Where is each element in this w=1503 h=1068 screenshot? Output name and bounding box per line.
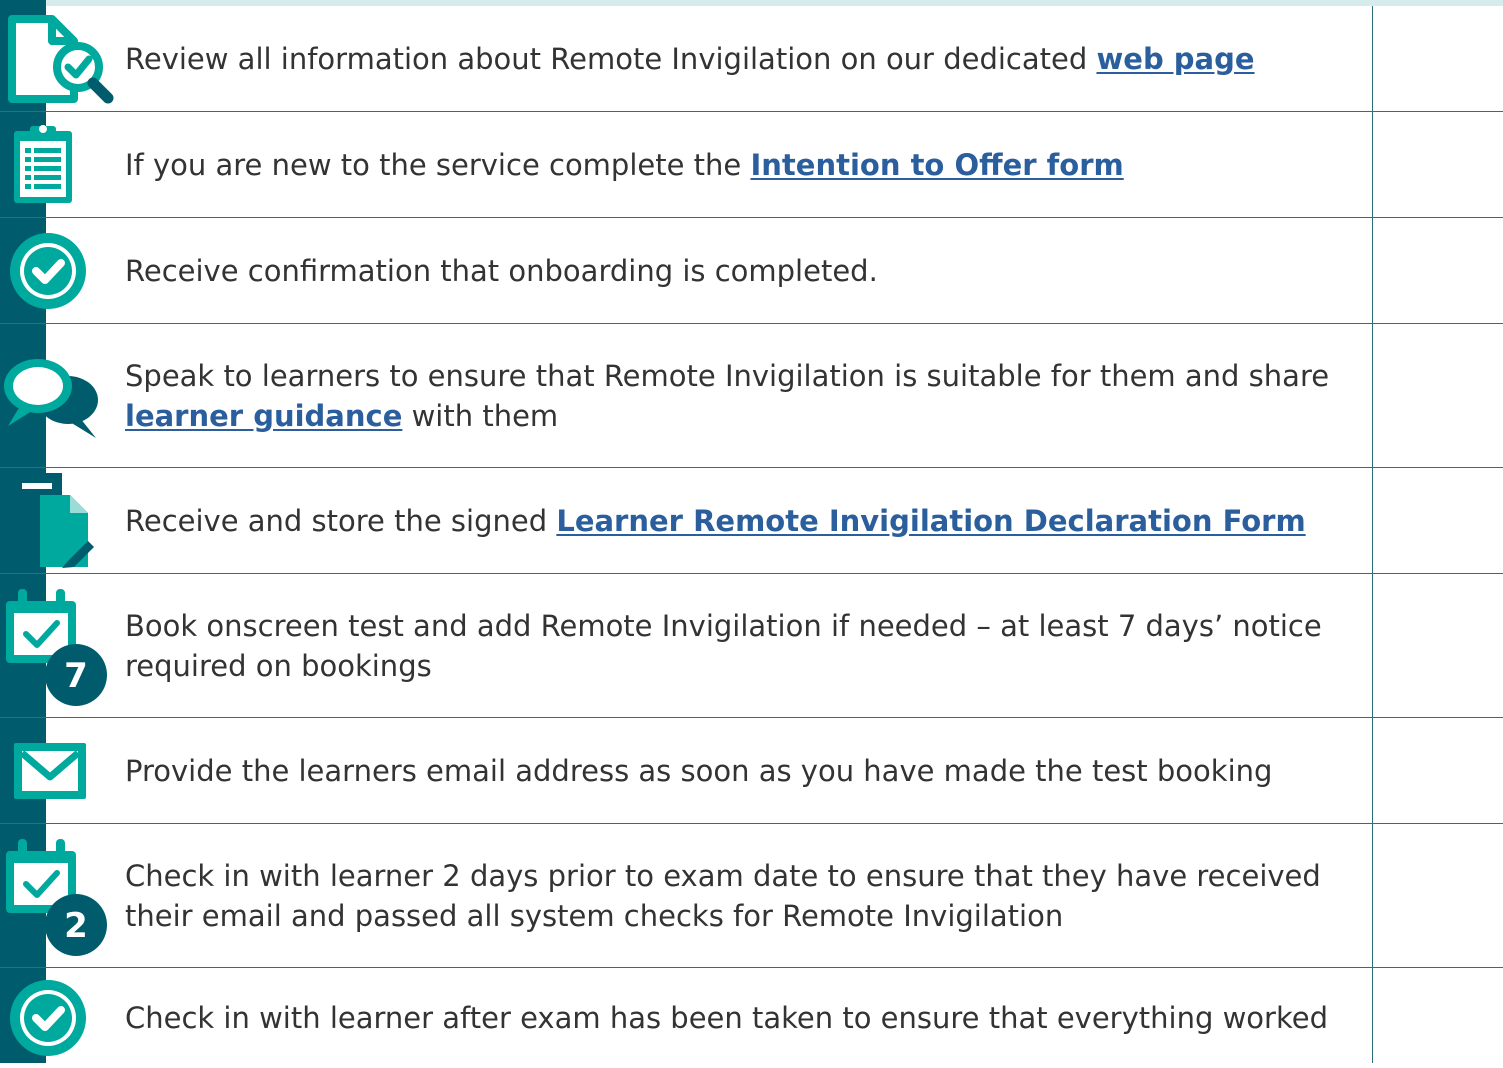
calendar-2-icon: 2 [0,824,120,967]
calendar-badge-2: 2 [64,906,88,946]
checklist-row: Receive confirmation that onboarding is … [0,218,1503,324]
step-text: Receive confirmation that onboarding is … [125,253,878,288]
checkbox-cell[interactable] [1373,968,1503,1068]
step-text: Check in with learner 2 days prior to ex… [125,858,1321,933]
checklist-row: Provide the learners email address as so… [0,718,1503,824]
checklist-row: 2 Check in with learner 2 days prior to … [0,824,1503,968]
chat-bubbles-icon [0,324,120,467]
check-circle-icon [0,218,120,323]
clipboard-list-icon [0,112,120,217]
checkbox-cell[interactable] [1373,718,1503,823]
step-text: Receive and store the signed Learner Rem… [125,503,1306,538]
envelope-icon [0,718,120,823]
step-text: Review all information about Remote Invi… [125,41,1255,76]
checklist-row: If you are new to the service complete t… [0,112,1503,218]
calendar-7-icon: 7 [0,574,120,717]
declaration-form-link[interactable]: Learner Remote Invigilation Declaration … [556,504,1305,538]
checkbox-cell[interactable] [1373,824,1503,967]
document-search-icon [0,6,120,111]
calendar-badge-7: 7 [64,656,88,696]
intention-to-offer-link[interactable]: Intention to Offer form [750,148,1123,182]
step-text: Provide the learners email address as so… [125,753,1273,788]
step-text: Check in with learner after exam has bee… [125,1001,1328,1035]
step-text: Book onscreen test and add Remote Invigi… [125,608,1322,683]
learner-guidance-link[interactable]: learner guidance [125,399,402,433]
web-page-link[interactable]: web page [1096,42,1254,76]
checkbox-cell[interactable] [1373,112,1503,217]
checklist-row: Receive and store the signed Learner Rem… [0,468,1503,574]
document-sign-icon [0,468,120,573]
checklist-row: Speak to learners to ensure that Remote … [0,324,1503,468]
step-text: If you are new to the service complete t… [125,147,1124,182]
checkbox-cell[interactable] [1373,468,1503,573]
checkbox-cell[interactable] [1373,324,1503,467]
step-text: Speak to learners to ensure that Remote … [125,358,1330,433]
checklist: Review all information about Remote Invi… [0,6,1503,1068]
checklist-row: 7 Book onscreen test and add Remote Invi… [0,574,1503,718]
checklist-row: Review all information about Remote Invi… [0,6,1503,112]
checkbox-cell[interactable] [1373,574,1503,717]
checkbox-cell[interactable] [1373,218,1503,323]
check-circle-icon [0,968,120,1068]
checklist-row: Check in with learner after exam has bee… [0,968,1503,1068]
checkbox-cell[interactable] [1373,6,1503,111]
